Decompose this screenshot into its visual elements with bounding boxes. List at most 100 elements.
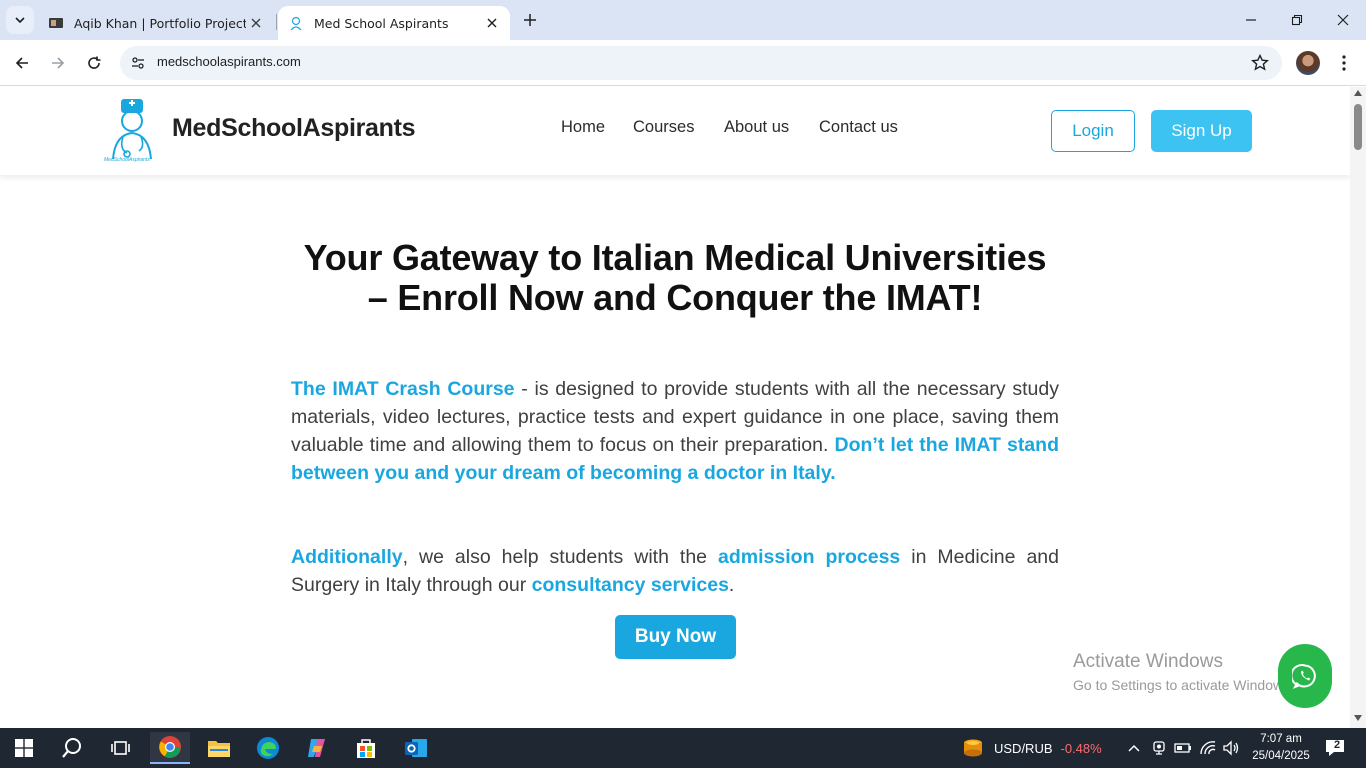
page-scrollbar[interactable] — [1350, 87, 1366, 728]
url-text: medschoolaspirants.com — [157, 54, 301, 69]
tab-divider — [276, 14, 277, 30]
task-view-icon — [111, 741, 130, 755]
browser-tabstrip: Aqib Khan | Portfolio Projects Med Schoo… — [0, 0, 1366, 40]
address-bar[interactable]: medschoolaspirants.com — [120, 46, 1282, 80]
restore-button[interactable] — [1274, 0, 1320, 40]
nav-about-us[interactable]: About us — [724, 118, 789, 137]
doctor-logo-icon[interactable] — [103, 97, 163, 165]
new-tab-button[interactable] — [518, 8, 542, 32]
more-vertical-icon — [1342, 55, 1346, 71]
consultancy-text: . — [728, 574, 735, 596]
browser-menu-button[interactable] — [1334, 50, 1354, 76]
logo-caption: MedSchoolAspirants — [104, 157, 150, 163]
tab-medschool[interactable]: Med School Aspirants — [278, 6, 510, 40]
buy-now-button[interactable]: Buy Now — [615, 615, 736, 659]
taskbar-chrome[interactable] — [150, 732, 190, 764]
tab-title: Aqib Khan | Portfolio Projects — [74, 15, 246, 31]
nav-contact-us[interactable]: Contact us — [819, 118, 898, 137]
bookmark-star-icon[interactable] — [1250, 53, 1270, 73]
forward-button[interactable] — [44, 49, 72, 77]
medschool-favicon-icon — [290, 16, 302, 31]
whatsapp-icon — [1292, 664, 1316, 689]
close-window-button[interactable] — [1320, 0, 1366, 40]
browser-toolbar: medschoolaspirants.com — [0, 40, 1366, 86]
activate-windows-watermark: Activate Windows Go to Settings to activ… — [1073, 651, 1294, 693]
currency-ticker-widget[interactable]: USD/RUB -0.48% — [962, 728, 1102, 768]
taskbar-copilot[interactable] — [297, 732, 337, 764]
windows-start-icon — [15, 739, 33, 757]
signup-button[interactable]: Sign Up — [1151, 110, 1252, 152]
brand-name[interactable]: MedSchoolAspirants — [172, 114, 416, 143]
file-explorer-icon — [208, 741, 230, 757]
consultancy-description: Additionally, we also help students with… — [291, 543, 1059, 599]
taskbar-search-button[interactable] — [52, 732, 92, 764]
speaker-icon — [1223, 740, 1239, 756]
ticker-pair: USD/RUB — [994, 740, 1053, 756]
battery-tray[interactable] — [1173, 738, 1193, 758]
whatsapp-chat-button[interactable] — [1278, 644, 1332, 708]
close-tab-icon[interactable] — [482, 13, 502, 33]
tab-search-button[interactable] — [6, 6, 34, 34]
scroll-down-arrow-icon[interactable] — [1354, 715, 1362, 721]
back-button[interactable] — [8, 49, 36, 77]
webcam-icon — [1153, 741, 1165, 755]
task-view-button[interactable] — [100, 732, 140, 764]
tab-title: Med School Aspirants — [314, 15, 449, 31]
reload-button[interactable] — [80, 49, 108, 77]
hero-title: Your Gateway to Italian Medical Universi… — [303, 237, 1047, 318]
windows-taskbar: USD/RUB -0.48% 7:07 am 25/04/2025 2 — [0, 728, 1366, 768]
minimize-icon — [1246, 19, 1256, 21]
plus-icon — [524, 14, 536, 26]
site-header: MedSchoolAspirants MedSchoolAspirants Ho… — [0, 87, 1350, 175]
scroll-up-arrow-icon[interactable] — [1354, 90, 1362, 96]
store-icon — [357, 739, 375, 758]
watermark-subtitle: Go to Settings to activate Windows. — [1073, 677, 1294, 693]
arrow-right-icon — [52, 57, 65, 69]
wifi-icon — [1200, 741, 1216, 755]
reload-icon — [88, 56, 101, 69]
taskbar-outlook[interactable] — [396, 732, 436, 764]
consultancy-text: , we also help students with the — [402, 546, 719, 568]
windows-start-button[interactable] — [4, 732, 44, 764]
website-viewport: MedSchoolAspirants MedSchoolAspirants Ho… — [0, 87, 1350, 715]
restore-icon — [1291, 14, 1303, 26]
show-hidden-icons-button[interactable] — [1124, 738, 1144, 758]
portfolio-favicon-icon — [49, 18, 63, 28]
close-tab-icon[interactable] — [246, 13, 266, 33]
chevron-down-icon — [15, 17, 25, 24]
system-clock[interactable]: 7:07 am 25/04/2025 — [1246, 731, 1316, 765]
admission-process-highlight: admission process — [718, 546, 901, 568]
taskbar-store[interactable] — [346, 732, 386, 764]
outlook-icon — [405, 739, 427, 757]
search-icon — [62, 738, 81, 758]
scrollbar-thumb[interactable] — [1354, 104, 1362, 150]
ticker-change: -0.48% — [1060, 740, 1102, 756]
taskbar-file-explorer[interactable] — [199, 732, 239, 764]
webcam-tray[interactable] — [1149, 738, 1169, 758]
chevron-up-icon — [1128, 744, 1140, 752]
nav-courses[interactable]: Courses — [633, 118, 694, 137]
course-description: The IMAT Crash Course - is designed to p… — [291, 375, 1059, 487]
tab-portfolio[interactable]: Aqib Khan | Portfolio Projects — [38, 6, 274, 40]
taskbar-edge[interactable] — [248, 732, 288, 764]
course-name: The IMAT Crash Course — [291, 378, 515, 400]
login-button[interactable]: Login — [1051, 110, 1135, 152]
notification-count: 2 — [1334, 739, 1341, 751]
minimize-button[interactable] — [1228, 0, 1274, 40]
close-icon — [1337, 14, 1349, 26]
coin-stack-icon — [964, 739, 982, 757]
wifi-tray[interactable] — [1198, 738, 1218, 758]
volume-tray[interactable] — [1221, 738, 1241, 758]
consultancy-services-highlight: consultancy services — [531, 574, 729, 596]
chrome-icon — [159, 736, 181, 758]
site-info-icon[interactable] — [128, 53, 148, 73]
notification-center-button[interactable]: 2 — [1322, 737, 1352, 759]
battery-icon — [1174, 743, 1191, 753]
additionally-label: Additionally — [291, 546, 403, 568]
edge-icon — [257, 737, 279, 759]
clock-date: 25/04/2025 — [1252, 750, 1310, 762]
profile-avatar[interactable] — [1296, 51, 1320, 75]
nav-home[interactable]: Home — [561, 118, 605, 137]
arrow-left-icon — [15, 57, 28, 69]
copilot-icon — [308, 739, 325, 757]
